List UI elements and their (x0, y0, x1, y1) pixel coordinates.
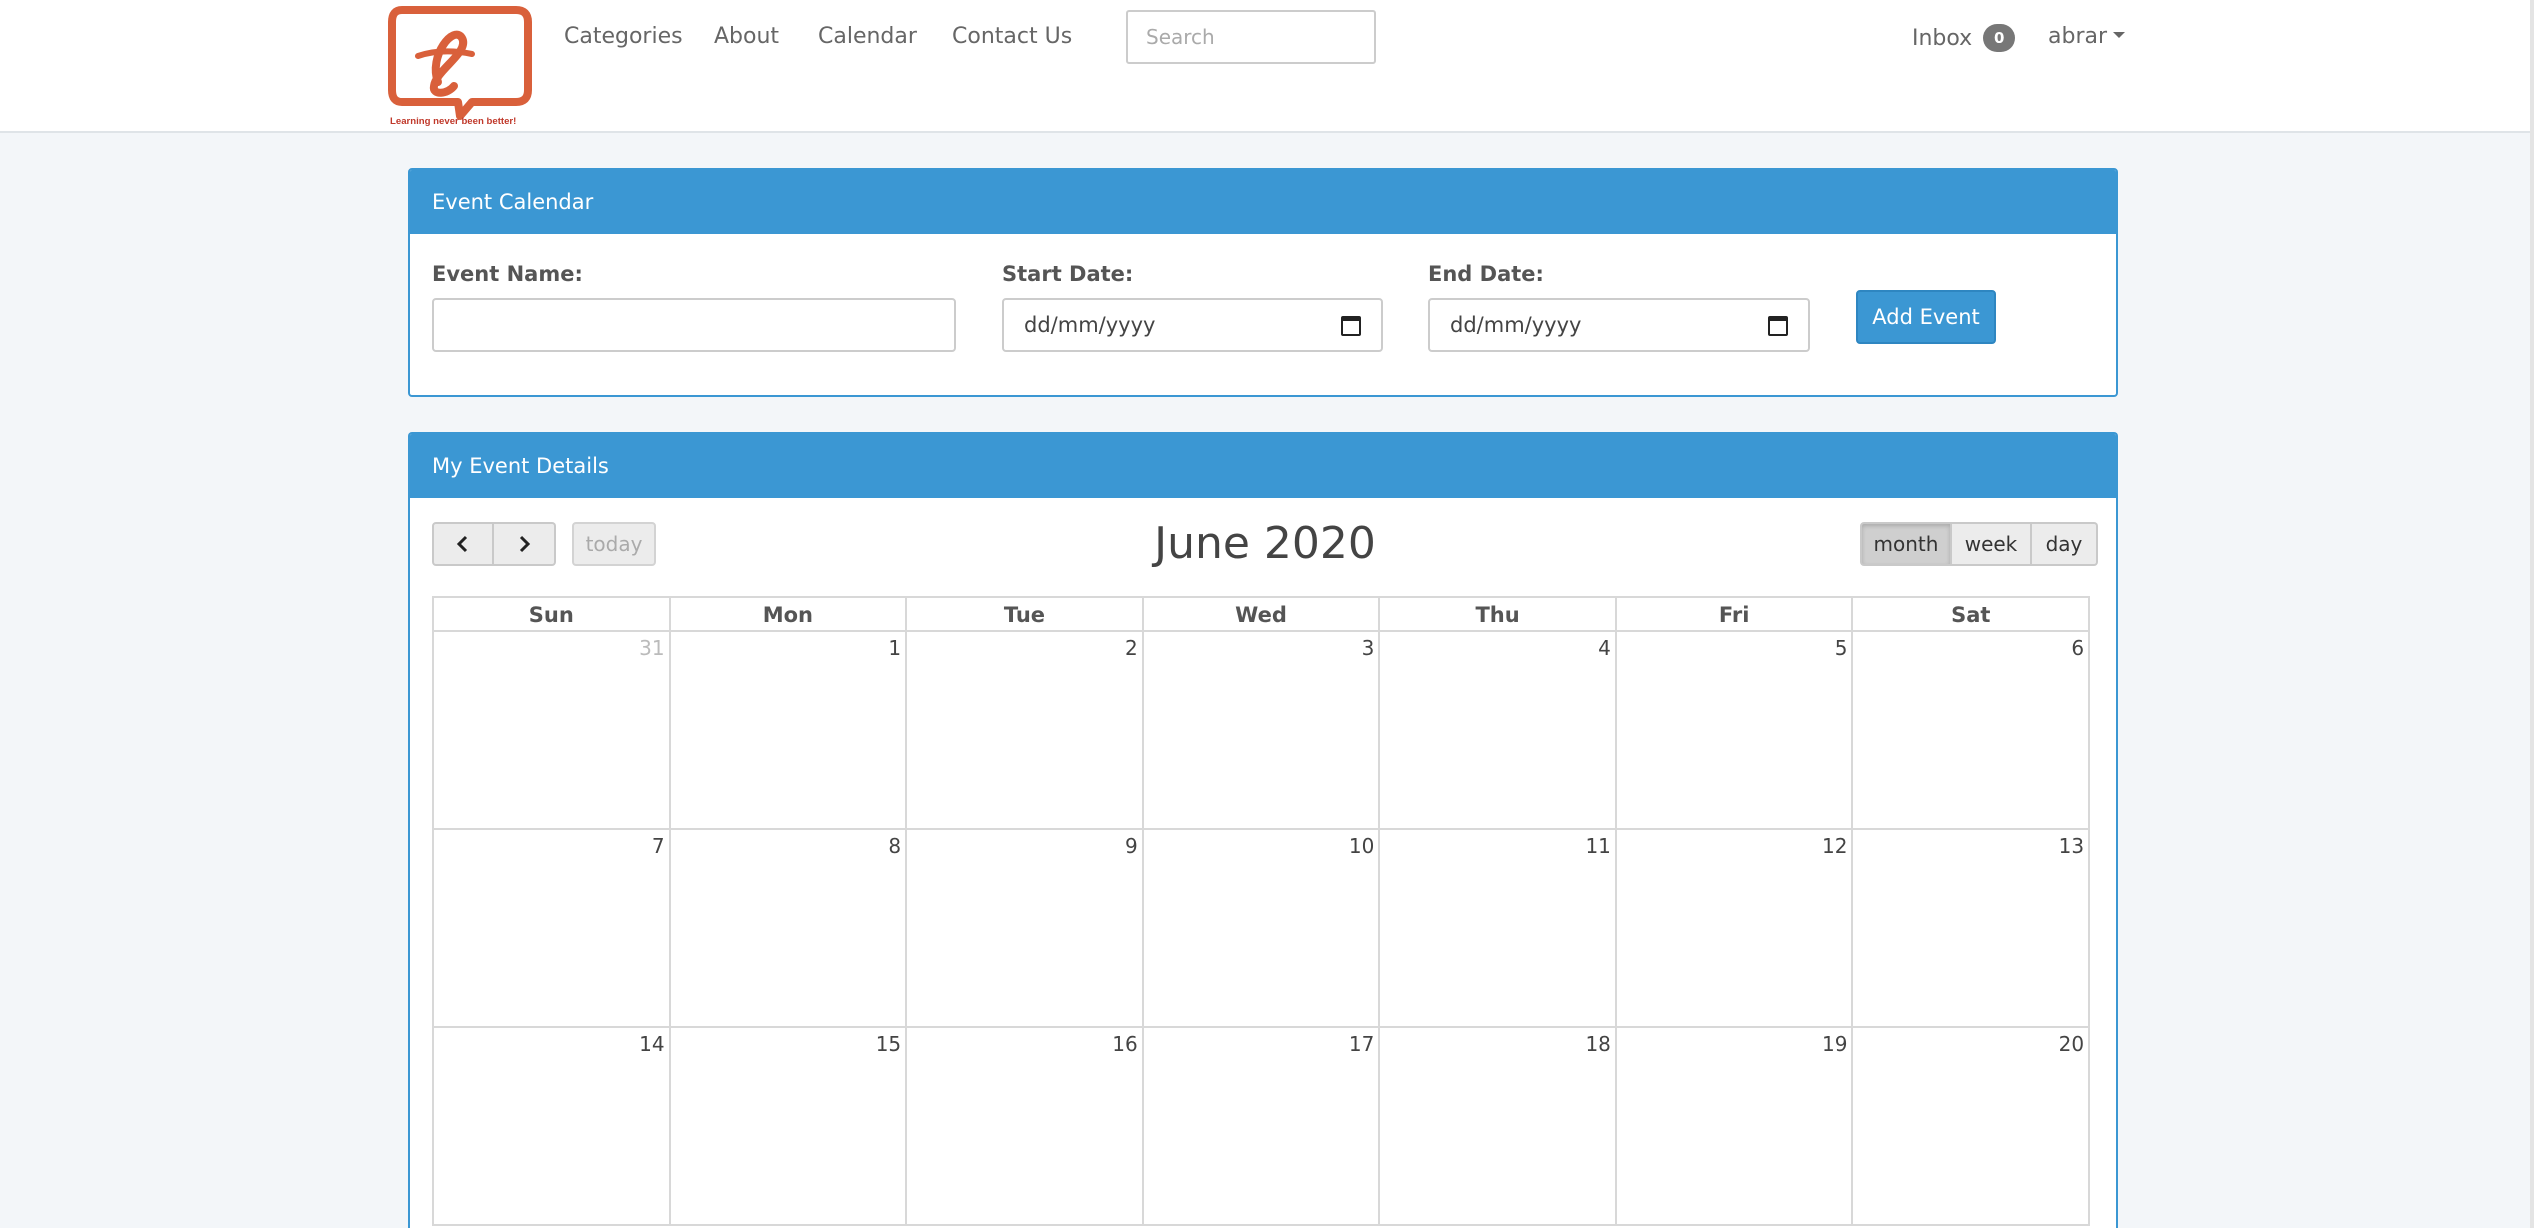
weekday-thu: Thu (1378, 598, 1615, 630)
day-cell[interactable]: 14 (434, 1028, 669, 1224)
day-number: 18 (1585, 1032, 1611, 1056)
my-event-details-heading: My Event Details (410, 434, 2116, 498)
day-cell[interactable]: 3 (1141, 632, 1379, 828)
day-cell[interactable]: 11 (1378, 830, 1615, 1026)
user-menu-dropdown[interactable]: abrar (2048, 24, 2126, 49)
day-number: 6 (2071, 636, 2085, 660)
day-cell[interactable]: 2 (905, 632, 1142, 828)
start-date-label: Start Date: (1002, 262, 1134, 286)
logo-tagline: Learning never been better! (390, 116, 516, 127)
week-row: 14 15 16 17 18 19 20 (432, 1028, 2090, 1226)
month-grid: Sun Mon Tue Wed Thu Fri Sat 31 1 2 3 4 5… (432, 596, 2090, 1226)
day-cell[interactable]: 6 (1851, 632, 2088, 828)
day-number: 16 (1112, 1032, 1138, 1056)
day-cell[interactable]: 9 (905, 830, 1142, 1026)
event-name-input[interactable] (432, 298, 956, 352)
weekday-header-row: Sun Mon Tue Wed Thu Fri Sat (432, 596, 2090, 632)
end-date-label: End Date: (1428, 262, 1544, 286)
day-cell[interactable]: 5 (1614, 632, 1852, 828)
add-event-button[interactable]: Add Event (1856, 290, 1996, 344)
nav-link-calendar[interactable]: Calendar (818, 24, 917, 49)
event-name-label: Event Name: (432, 262, 583, 286)
weekday-sun: Sun (528, 603, 574, 627)
nav-link-about[interactable]: About (714, 24, 779, 49)
search-input[interactable] (1126, 10, 1376, 64)
calendar-picker-icon[interactable] (1341, 316, 1361, 336)
week-row: 31 1 2 3 4 5 6 (432, 632, 2090, 830)
start-date-input[interactable]: dd/mm/yyyy (1002, 298, 1383, 352)
day-number: 9 (1125, 834, 1138, 858)
top-navbar: Learning never been better! Categories A… (0, 0, 2530, 133)
view-month-button[interactable]: month (1860, 522, 1952, 566)
site-logo[interactable]: Learning never been better! (388, 4, 538, 128)
day-cell[interactable]: 13 (1851, 830, 2088, 1026)
day-cell[interactable]: 1 (668, 632, 906, 828)
day-number: 19 (1822, 1032, 1848, 1056)
day-number: 4 (1598, 636, 1611, 660)
day-number: 2 (1125, 636, 1138, 660)
start-date-placeholder: dd/mm/yyyy (1024, 313, 1156, 337)
inbox-label: Inbox (1912, 26, 1973, 51)
day-cell[interactable]: 4 (1378, 632, 1615, 828)
calendar-picker-icon[interactable] (1768, 316, 1788, 336)
day-cell[interactable]: 15 (668, 1028, 906, 1224)
weekday-fri: Fri (1614, 598, 1852, 630)
inbox-count-badge: 0 (1983, 24, 2016, 52)
my-event-details-panel: My Event Details today June 2020 month w… (408, 432, 2118, 1228)
caret-down-icon (2113, 32, 2126, 38)
day-number: 7 (651, 834, 665, 858)
weekday-sat: Sat (1851, 598, 2088, 630)
day-cell[interactable]: 12 (1614, 830, 1852, 1026)
day-number: 20 (2058, 1032, 2085, 1056)
day-number: 8 (888, 834, 902, 858)
day-number: 15 (875, 1032, 902, 1056)
event-calendar-panel: Event Calendar Event Name: Start Date: d… (408, 168, 2118, 397)
view-day-button[interactable]: day (2032, 522, 2098, 566)
nav-link-categories[interactable]: Categories (564, 24, 683, 49)
weekday-wed: Wed (1141, 598, 1379, 630)
day-cell[interactable]: 7 (434, 830, 669, 1026)
day-number: 11 (1585, 834, 1611, 858)
day-number: 10 (1348, 834, 1375, 858)
day-number: 12 (1822, 834, 1848, 858)
day-number: 17 (1348, 1032, 1375, 1056)
day-cell[interactable]: 17 (1141, 1028, 1379, 1224)
day-cell[interactable]: 16 (905, 1028, 1142, 1224)
day-number: 31 (639, 636, 665, 660)
end-date-placeholder: dd/mm/yyyy (1450, 313, 1582, 337)
day-cell[interactable]: 18 (1378, 1028, 1615, 1224)
end-date-input[interactable]: dd/mm/yyyy (1428, 298, 1810, 352)
week-row: 7 8 9 10 11 12 13 (432, 830, 2090, 1028)
nav-link-contact-us[interactable]: Contact Us (952, 24, 1072, 49)
day-cell[interactable]: 10 (1141, 830, 1379, 1026)
event-calendar-heading: Event Calendar (410, 170, 2116, 234)
user-name: abrar (2048, 24, 2108, 49)
day-number: 14 (639, 1032, 665, 1056)
weekday-mon: Mon (668, 598, 906, 630)
view-week-button[interactable]: week (1952, 522, 2032, 566)
day-cell[interactable]: 31 (434, 632, 669, 828)
day-number: 1 (888, 636, 902, 660)
weekday-tue: Tue (905, 598, 1142, 630)
day-cell[interactable]: 20 (1851, 1028, 2088, 1224)
day-cell[interactable]: 8 (668, 830, 906, 1026)
page-scrollbar[interactable] (2530, 0, 2534, 1228)
day-number: 5 (1834, 636, 1848, 660)
day-number: 13 (2058, 834, 2085, 858)
inbox-link[interactable]: Inbox 0 (1912, 24, 2016, 52)
day-cell[interactable]: 19 (1614, 1028, 1852, 1224)
day-number: 3 (1361, 636, 1375, 660)
